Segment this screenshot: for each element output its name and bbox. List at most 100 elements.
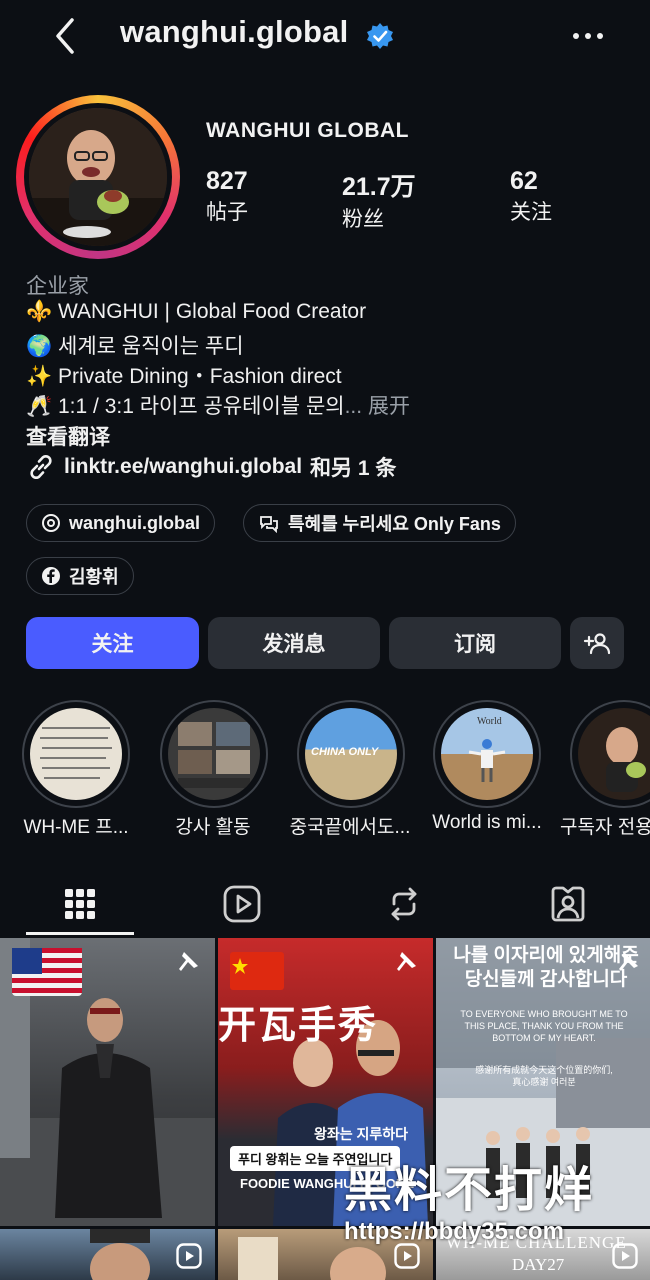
threads-chip[interactable]: wanghui.global <box>26 504 215 542</box>
watermark-url: https://bbdy35.com <box>344 1218 565 1245</box>
profile-category: 企业家 <box>26 275 89 298</box>
top-bar: wanghui.global <box>0 0 650 72</box>
stat-posts[interactable]: 827 帖子 <box>206 167 248 226</box>
post-2-big-title: 开瓦手秀 <box>218 1005 379 1047</box>
highlight-5-cover <box>578 708 650 800</box>
post-2-caption-1: 왕좌는 지루하다 <box>314 1126 409 1142</box>
bio-ellipsis: ... <box>344 395 363 418</box>
stat-followers-label: 粉丝 <box>342 208 384 231</box>
active-tab-indicator <box>26 932 134 935</box>
reels-icon <box>223 885 261 923</box>
profile-handle: wanghui.global <box>120 14 349 49</box>
highlight-4-label: World is mi... <box>432 812 542 833</box>
bio-text: 세계로 움직이는 푸디 <box>58 335 244 358</box>
threads-icon <box>42 514 60 532</box>
avatar-photo <box>29 108 167 246</box>
post-3-english: TO EVERYONE WHO BROUGHT ME TO THIS PLACE… <box>460 1009 628 1043</box>
display-name: WANGHUI GLOBAL <box>206 119 409 142</box>
china-flag-emoji <box>230 952 284 990</box>
post-3-chinese: 感谢所有成就今天这个位置的你们, 真心感谢 여러분 <box>454 1064 634 1088</box>
highlight-5-label: 구독자 전용 <box>560 817 650 838</box>
bio-text: WANGHUI | Global Food Creator <box>58 300 367 323</box>
stat-following-value: 62 <box>510 167 538 195</box>
repost-icon <box>391 887 417 921</box>
onlyfans-chip[interactable]: 특혜를 누리세요 Only Fans <box>243 504 516 542</box>
avatar[interactable] <box>16 95 180 259</box>
pin-icon <box>179 952 198 971</box>
avatar-inner <box>24 103 172 251</box>
highlight-1[interactable] <box>22 700 130 808</box>
stat-posts-label: 帖子 <box>206 201 248 224</box>
bio-line: 🥂 1:1 / 3:1 라이프 공유테이블 문의... 展开 <box>26 390 410 420</box>
facebook-chip-label: 김황휘 <box>69 567 119 587</box>
highlight-1-cover <box>30 708 122 800</box>
highlight-3[interactable]: CHINA ONLY <box>297 700 405 808</box>
chevron-left-icon[interactable] <box>48 14 84 58</box>
bio-text: 1:1 / 3:1 라이프 공유테이블 문의 <box>58 395 345 418</box>
post-tile[interactable] <box>0 938 215 1226</box>
link-suffix[interactable]: 和另 1 条 <box>310 452 396 482</box>
post-3-chinese-line-2: 真心感谢 여러분 <box>512 1077 576 1087</box>
person-silhouette-image <box>468 739 506 782</box>
grid-icon <box>65 889 95 919</box>
expand-bio-link[interactable]: 展开 <box>368 395 410 418</box>
stat-followers-value: 21.7万 <box>342 173 416 201</box>
link-icon <box>30 454 52 480</box>
link-url[interactable]: linktr.ee/wanghui.global <box>64 455 302 479</box>
collage-image <box>178 722 250 788</box>
china-only-text: CHINA ONLY <box>311 746 379 758</box>
avatar-illustration <box>29 108 167 246</box>
usa-flag-emoji <box>12 948 82 996</box>
tagged-icon <box>551 886 585 922</box>
highlight-1-label: WH-ME 프... <box>23 817 129 838</box>
sparkles-emoji: ✨ <box>26 365 53 388</box>
add-person-icon <box>583 633 611 655</box>
stat-followers[interactable]: 21.7万 粉丝 <box>342 167 416 233</box>
stat-posts-value: 827 <box>206 167 248 195</box>
stat-following-label: 关注 <box>510 201 552 224</box>
clinking-glasses-emoji: 🥂 <box>26 395 53 418</box>
highlight-4-cover: World <box>441 708 533 800</box>
facebook-icon <box>42 567 60 585</box>
onlyfans-chip-label: 특혜를 누리세요 Only Fans <box>288 514 501 534</box>
bio-text: Private Dining・Fashion direct <box>58 365 342 388</box>
pin-icon <box>397 952 416 971</box>
bio-line: ⚜️ WANGHUI | Global Food Creator <box>26 300 366 324</box>
more-horizontal-icon[interactable] <box>570 22 606 50</box>
post-tile[interactable] <box>0 1229 215 1280</box>
see-translation-link[interactable]: 查看翻译 <box>26 421 110 451</box>
follow-button[interactable]: 关注 <box>26 617 199 669</box>
globe-emoji: 🌍 <box>26 335 53 358</box>
fleur-de-lis-emoji: ⚜️ <box>26 300 53 323</box>
handwritten-note-image <box>40 727 112 779</box>
tab-tagged[interactable] <box>508 874 628 934</box>
verified-badge-icon <box>367 23 393 49</box>
subscribe-button[interactable]: 订阅 <box>389 617 561 669</box>
tab-posts-grid[interactable] <box>20 874 140 934</box>
message-button[interactable]: 发消息 <box>208 617 380 669</box>
highlight-2-cover <box>168 708 260 800</box>
facebook-chip[interactable]: 김황휘 <box>26 557 134 595</box>
highlight-3-cover: CHINA ONLY <box>305 708 397 800</box>
avatar-thumbnail-image <box>606 727 646 792</box>
reel-badge-icon <box>176 1243 202 1269</box>
post-1-image <box>0 938 215 1226</box>
bio-line: ✨ Private Dining・Fashion direct <box>26 360 342 390</box>
suggest-people-button[interactable] <box>570 617 624 669</box>
highlight-5[interactable] <box>570 700 650 808</box>
pin-icon <box>619 952 638 971</box>
highlight-2[interactable] <box>160 700 268 808</box>
tab-reels[interactable] <box>182 874 302 934</box>
highlight-4[interactable]: World <box>433 700 541 808</box>
watermark: 黑料不打烊 https://bbdy35.com <box>344 1150 644 1270</box>
post-3-chinese-line-1: 感谢所有成就今天这个位置的你们, <box>475 1065 613 1075</box>
chat-bubbles-icon <box>260 516 278 533</box>
watermark-brand: 黑料不打烊 <box>344 1164 595 1217</box>
tab-reposts[interactable] <box>344 874 464 934</box>
bio-line: 🌍 세계로 움직이는 푸디 <box>26 330 244 360</box>
threads-chip-label: wanghui.global <box>69 512 200 533</box>
stat-following[interactable]: 62 关注 <box>510 167 552 226</box>
highlight-3-label: 중국끝에서도... <box>289 817 411 838</box>
highlight-2-label: 강사 활동 <box>175 817 251 838</box>
profile-link[interactable]: linktr.ee/wanghui.global 和另 1 条 <box>26 452 396 482</box>
